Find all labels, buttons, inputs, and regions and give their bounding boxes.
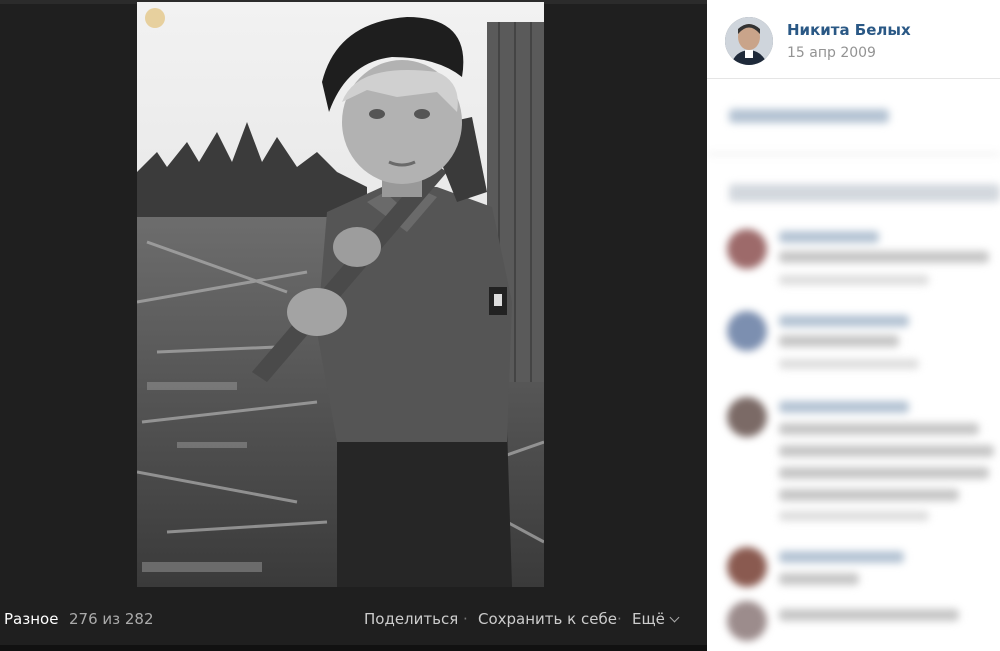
blurred-line [779,231,879,243]
blurred-likes-bar [729,109,889,123]
blurred-line [779,275,929,285]
blurred-line [779,335,899,347]
avatar[interactable] [725,17,773,65]
more-button[interactable]: Ещё [632,610,680,628]
chevron-down-icon [669,612,680,623]
avatar-image [725,17,773,65]
blurred-line [779,467,989,479]
separator-dot: · [617,610,622,628]
blurred-line [779,315,909,327]
blurred-field [729,184,1000,202]
bottom-strip [0,645,707,651]
blurred-line [779,423,979,435]
info-panel: Никита Белых 15 апр 2009 [707,0,1000,651]
blurred-avatar [727,547,767,587]
blurred-line [779,445,994,457]
photo-counter: 276 из 282 [69,610,154,628]
blurred-avatar [727,601,767,641]
blurred-line [779,401,909,413]
save-button[interactable]: Сохранить к себе [478,610,617,628]
blurred-line [779,573,859,585]
blurred-divider [707,153,1000,155]
blurred-avatar [727,397,767,437]
photo-image [137,2,544,587]
blurred-comments [707,79,1000,651]
share-button[interactable]: Поделиться [364,610,458,628]
photo-viewer: Разное 276 из 282 Поделиться · Сохранить… [0,0,707,651]
blurred-line [779,359,919,369]
author-name[interactable]: Никита Белых [787,21,911,39]
blurred-line [779,489,959,501]
author-block: Никита Белых 15 апр 2009 [707,0,1000,79]
blurred-avatar [727,311,767,351]
more-label: Ещё [632,610,665,628]
blurred-line [779,551,904,563]
blurred-line [779,251,989,263]
separator-dot: · [463,610,468,628]
photo[interactable] [137,2,544,587]
blurred-line [779,511,929,521]
post-date: 15 апр 2009 [787,45,876,61]
blurred-line [779,609,959,621]
blurred-avatar [727,229,767,269]
photo-footer: Разное 276 из 282 Поделиться · Сохранить… [0,598,707,638]
album-link[interactable]: Разное [4,610,58,628]
